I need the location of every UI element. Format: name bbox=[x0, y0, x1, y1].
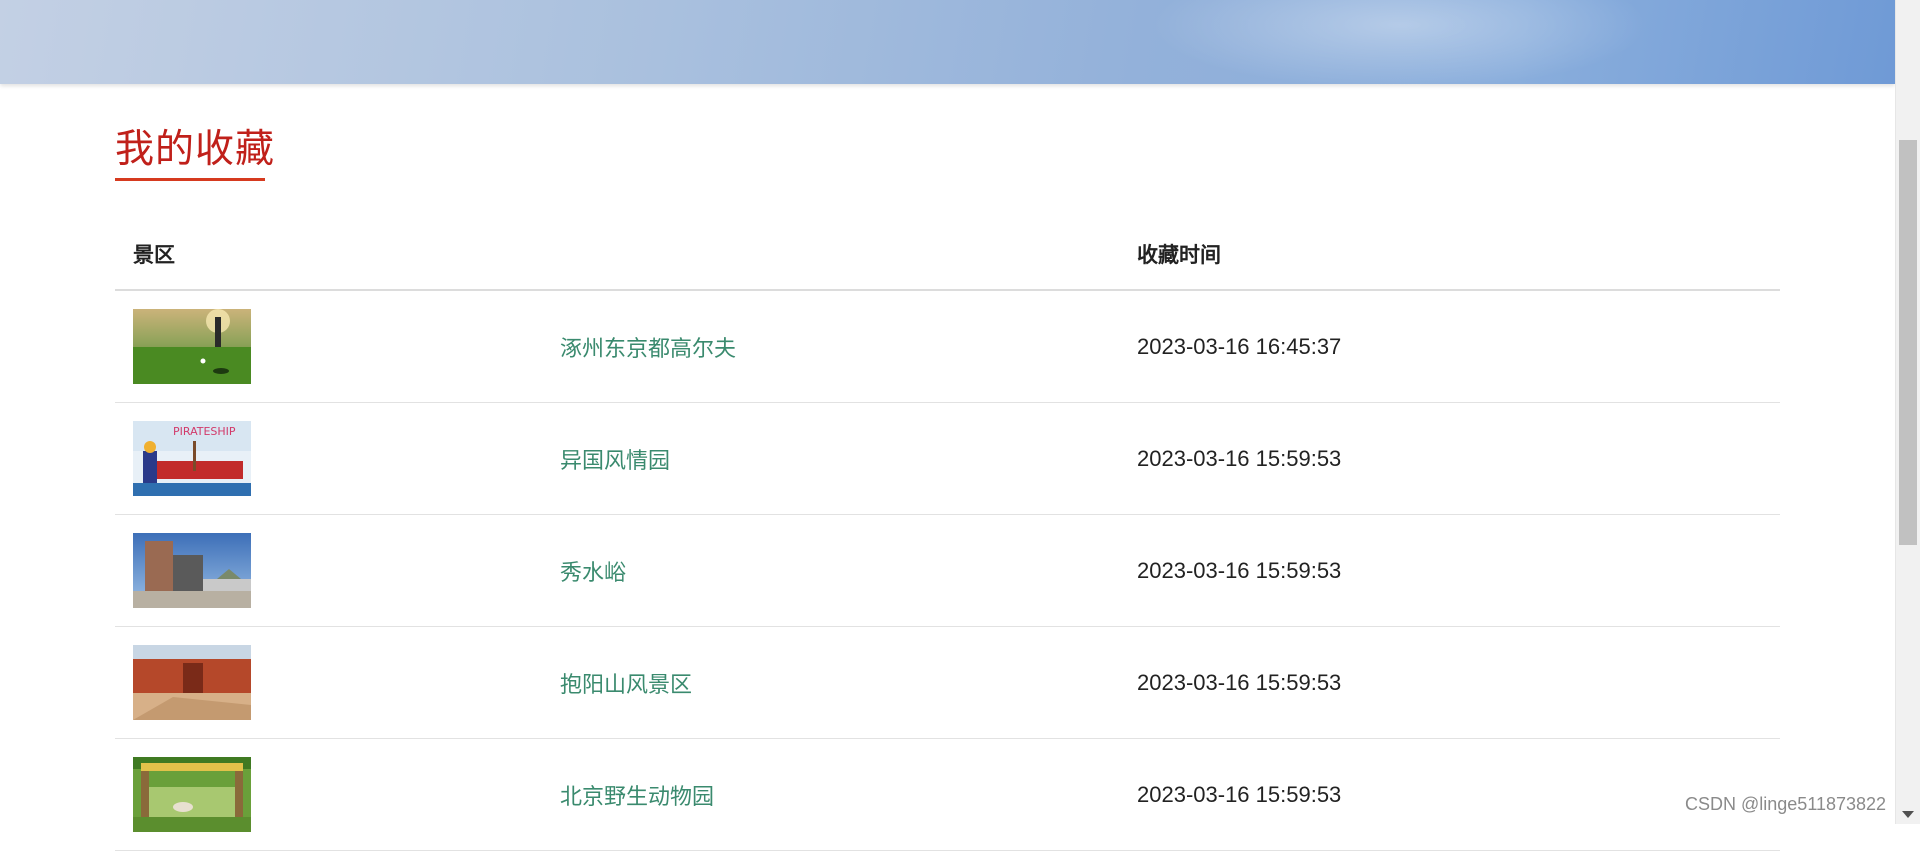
favorite-time: 2023-03-16 15:59:53 bbox=[1137, 781, 1342, 807]
favorite-time: 2023-03-16 15:59:53 bbox=[1137, 669, 1342, 695]
thumbnail-cell bbox=[115, 290, 560, 403]
column-header-scenic: 景区 bbox=[115, 219, 560, 291]
thumbnail-cell bbox=[115, 738, 560, 851]
table-row: 涿州东京都高尔夫 2023-03-16 16:45:37 bbox=[115, 290, 1780, 403]
time-cell: 2023-03-16 15:59:53 bbox=[1137, 738, 1780, 851]
name-cell: 异国风情园 bbox=[560, 402, 1137, 515]
table-row: PIRATESHIP 异国风情园 2023-03-16 15:59:53 bbox=[115, 402, 1780, 515]
scenic-name-link[interactable]: 抱阳山风景区 bbox=[560, 672, 692, 697]
time-cell: 2023-03-16 15:59:53 bbox=[1137, 402, 1780, 515]
table-row: 秀水峪 2023-03-16 15:59:53 bbox=[115, 514, 1780, 627]
table-row: 北京野生动物园 2023-03-16 15:59:53 bbox=[115, 738, 1780, 851]
scenic-name-link[interactable]: 北京野生动物园 bbox=[560, 784, 714, 809]
column-header-name bbox=[560, 219, 1137, 291]
title-underline bbox=[115, 178, 265, 181]
vertical-scrollbar[interactable] bbox=[1895, 0, 1920, 824]
time-cell: 2023-03-16 15:59:53 bbox=[1137, 514, 1780, 627]
header-banner bbox=[0, 0, 1895, 90]
time-cell: 2023-03-16 16:45:37 bbox=[1137, 290, 1780, 403]
table-row: 抱阳山风景区 2023-03-16 15:59:53 bbox=[115, 626, 1780, 739]
banner-glow bbox=[1150, 0, 1650, 90]
stone-monument-photo[interactable] bbox=[133, 533, 251, 608]
name-cell: 抱阳山风景区 bbox=[560, 626, 1137, 739]
red-gate-wall-photo[interactable] bbox=[133, 645, 251, 720]
wildlife-park-gate-photo[interactable] bbox=[133, 757, 251, 832]
favorite-time: 2023-03-16 15:59:53 bbox=[1137, 445, 1342, 471]
watermark: CSDN @linge511873822 bbox=[1685, 794, 1887, 814]
golf-course-photo[interactable] bbox=[133, 309, 251, 384]
favorite-time: 2023-03-16 16:45:37 bbox=[1137, 333, 1342, 359]
thumbnail-cell bbox=[115, 626, 560, 739]
name-cell: 北京野生动物园 bbox=[560, 738, 1137, 851]
thumbnail-cell bbox=[115, 514, 560, 627]
column-header-time: 收藏时间 bbox=[1137, 219, 1780, 291]
name-cell: 涿州东京都高尔夫 bbox=[560, 290, 1137, 403]
pirate-ship-ride-photo[interactable]: PIRATESHIP bbox=[133, 421, 251, 496]
scenic-name-link[interactable]: 涿州东京都高尔夫 bbox=[560, 336, 736, 361]
time-cell: 2023-03-16 15:59:53 bbox=[1137, 626, 1780, 739]
favorites-table: 景区 收藏时间 涿州东京都高尔夫 2023-03-16 16:45:37 PIR… bbox=[115, 219, 1780, 851]
name-cell: 秀水峪 bbox=[560, 514, 1137, 627]
page-title: 我的收藏 bbox=[115, 127, 276, 172]
thumbnail-cell: PIRATESHIP bbox=[115, 402, 560, 515]
favorite-time: 2023-03-16 15:59:53 bbox=[1137, 557, 1342, 583]
svg-text:PIRATESHIP: PIRATESHIP bbox=[173, 425, 236, 438]
scroll-down-arrow-icon[interactable] bbox=[1902, 811, 1914, 818]
scenic-name-link[interactable]: 异国风情园 bbox=[560, 448, 670, 473]
favorites-section: 我的收藏 景区 收藏时间 涿州东京都高尔夫 2023-03-16 16:45:3… bbox=[115, 84, 1780, 851]
scenic-name-link[interactable]: 秀水峪 bbox=[560, 560, 626, 585]
table-header-row: 景区 收藏时间 bbox=[115, 219, 1780, 291]
scrollbar-thumb[interactable] bbox=[1899, 140, 1917, 545]
